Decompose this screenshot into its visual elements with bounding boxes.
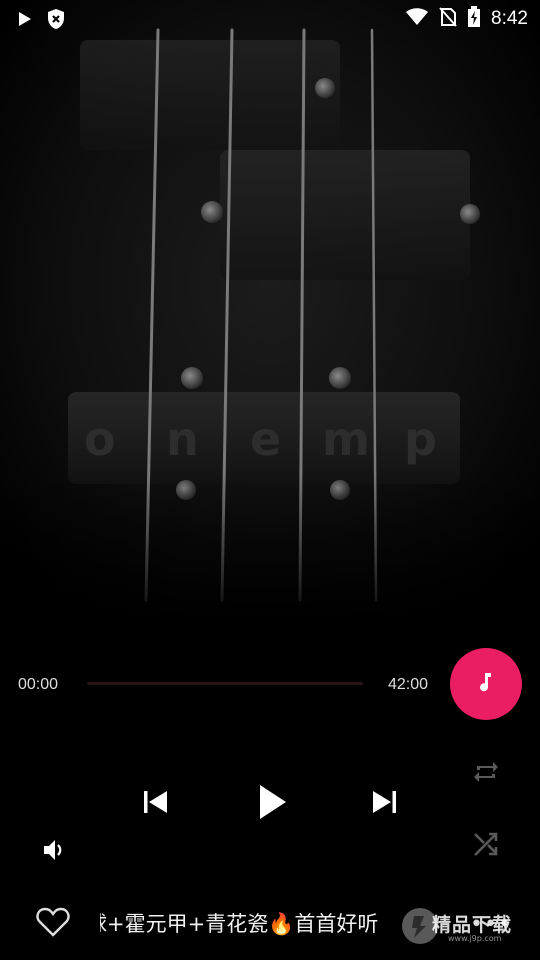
clock: 8:42 bbox=[491, 8, 528, 29]
song-title-marquee[interactable]: 球+霍元甲+青花瓷🔥首首好听 bbox=[100, 906, 434, 942]
shuffle-icon bbox=[472, 830, 500, 862]
volume-icon bbox=[42, 839, 66, 865]
next-button[interactable] bbox=[364, 784, 404, 824]
favorite-button[interactable] bbox=[36, 906, 72, 942]
heart-outline-icon bbox=[36, 907, 70, 942]
repeat-button[interactable] bbox=[468, 756, 504, 792]
seek-bar[interactable] bbox=[87, 682, 363, 685]
progress-row: 00:00 42:00 bbox=[0, 648, 540, 720]
volume-button[interactable] bbox=[40, 838, 68, 866]
total-time: 42:00 bbox=[388, 676, 429, 693]
skip-next-icon bbox=[371, 790, 397, 818]
battery-charging-icon bbox=[467, 6, 481, 32]
skip-previous-icon bbox=[143, 790, 169, 818]
lyrics-button[interactable] bbox=[450, 648, 522, 720]
music-note-icon bbox=[477, 671, 495, 697]
more-button[interactable]: ••• bbox=[470, 912, 512, 937]
play-button[interactable] bbox=[248, 778, 298, 830]
shuffle-button[interactable] bbox=[468, 828, 504, 864]
no-sim-icon bbox=[439, 7, 457, 31]
shield-x-icon bbox=[46, 8, 66, 34]
status-bar: 8:42 bbox=[0, 0, 540, 36]
bottom-bar: 球+霍元甲+青花瓷🔥首首好听 ••• bbox=[0, 896, 540, 960]
play-icon bbox=[258, 784, 288, 824]
play-icon bbox=[18, 11, 32, 31]
wifi-icon bbox=[405, 8, 429, 30]
album-art: o n e m p bbox=[0, 0, 540, 630]
current-time: 00:00 bbox=[18, 676, 59, 693]
previous-button[interactable] bbox=[136, 784, 176, 824]
repeat-icon bbox=[472, 758, 500, 790]
song-title: 球+霍元甲+青花瓷🔥首首好听 bbox=[100, 912, 379, 936]
